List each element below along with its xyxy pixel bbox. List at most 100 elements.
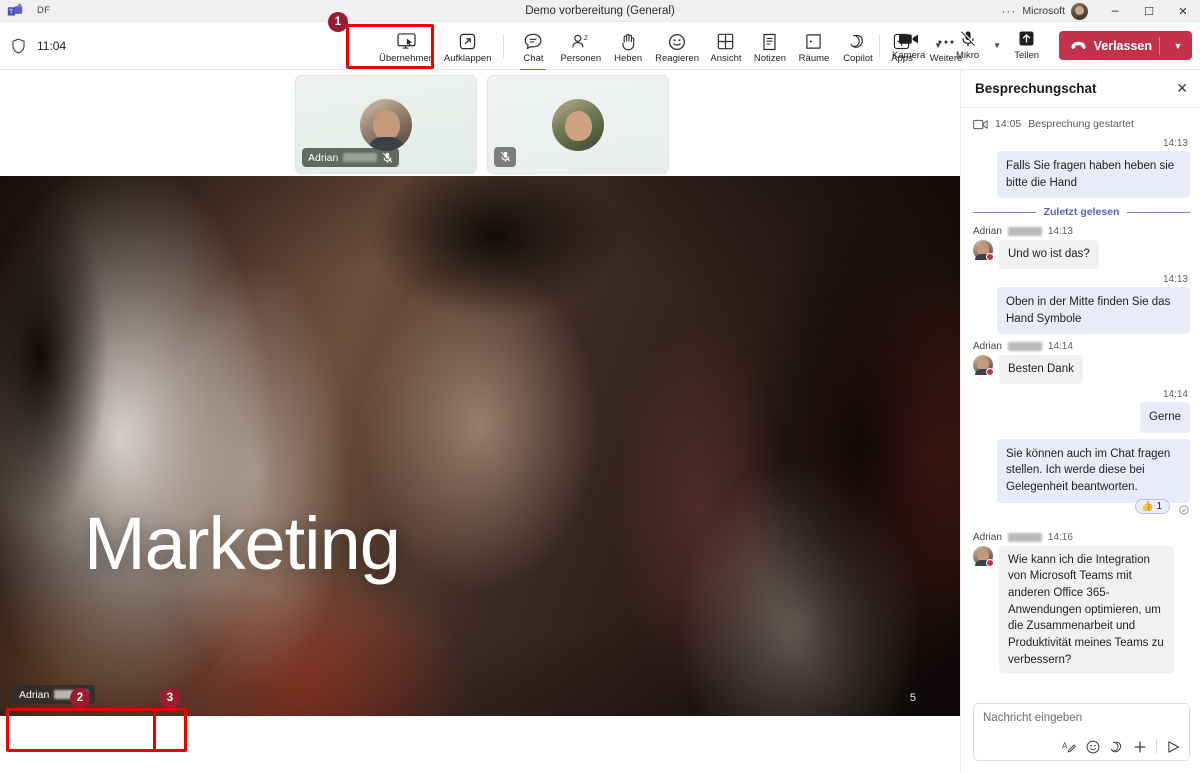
pop-out-button[interactable]: Aufklappen xyxy=(439,28,497,70)
unread-divider: Zuletzt gelesen xyxy=(973,206,1190,218)
meeting-video-icon xyxy=(973,119,988,130)
participant-mic-badge xyxy=(494,147,516,167)
react-button[interactable]: Reagieren xyxy=(650,28,704,70)
message-timestamp: 14:14 xyxy=(1048,341,1073,352)
maximize-button[interactable]: ☐ xyxy=(1132,0,1166,22)
composer-tools: A xyxy=(974,739,1189,760)
redacted-surname xyxy=(1008,227,1042,236)
chat-bubble-incoming: Wie kann ich die Integration von Microso… xyxy=(999,546,1174,675)
react-icon xyxy=(668,32,686,51)
leave-chevron-down-icon[interactable]: ▼ xyxy=(1167,41,1189,51)
camera-chevron-down-icon[interactable]: ▼ xyxy=(931,26,946,66)
participant-tile[interactable]: Adrian xyxy=(295,75,477,174)
camera-icon xyxy=(898,29,920,48)
breakout-rooms-label: Räume xyxy=(799,53,830,64)
chat-bubble-outgoing[interactable]: Sie können auch im Chat fragen stellen. … xyxy=(997,439,1190,503)
close-button[interactable]: ✕ xyxy=(1166,0,1200,22)
mic-label: Mikro xyxy=(956,50,979,61)
chat-message-incoming[interactable]: Besten Dank xyxy=(973,355,1190,384)
user-avatar[interactable] xyxy=(1071,3,1088,20)
divider-line xyxy=(973,212,1036,213)
chat-composer[interactable]: Nachricht eingeben A xyxy=(973,703,1190,761)
message-meta: Adrian 14:13 xyxy=(973,226,1190,237)
chat-message-list[interactable]: 14:05 Besprechung gestartet 14:13 Falls … xyxy=(961,108,1200,697)
slide-title: Marketing xyxy=(84,501,400,586)
message-sender: Adrian xyxy=(973,341,1002,352)
share-up-icon xyxy=(1018,29,1035,48)
people-label: Personen xyxy=(560,53,601,64)
chat-message-incoming[interactable]: Wie kann ich die Integration von Microso… xyxy=(973,546,1190,675)
message-timestamp: 14:16 xyxy=(1048,532,1073,543)
chat-bubble-outgoing[interactable]: Oben in der Mitte finden Sie das Hand Sy… xyxy=(997,287,1190,334)
leave-meeting-button[interactable]: Verlassen ▼ xyxy=(1059,31,1192,60)
take-control-button[interactable]: Übernehmen xyxy=(374,28,439,70)
participant-tile[interactable] xyxy=(487,75,669,174)
message-meta: Adrian 14:16 xyxy=(973,532,1190,543)
annotation-badge-3: 3 xyxy=(160,688,180,708)
emoji-icon[interactable] xyxy=(1086,740,1100,754)
share-button[interactable]: Teilen xyxy=(1005,25,1049,67)
people-button[interactable]: 2 Personen xyxy=(555,28,606,70)
slide-vignette xyxy=(0,176,960,716)
workspace-initials: DF xyxy=(37,5,50,16)
shield-icon xyxy=(11,38,26,54)
camera-label: Kamera xyxy=(892,50,925,61)
hangup-icon xyxy=(1070,41,1087,50)
chat-bubble-outgoing[interactable]: Falls Sie fragen haben heben sie bitte d… xyxy=(997,151,1190,198)
mic-muted-icon xyxy=(382,152,393,164)
annotation-badge-1: 1 xyxy=(328,12,348,32)
breakout-rooms-button[interactable]: Räume xyxy=(792,28,836,70)
toolbar-right-group: Kamera ▼ Mikro ▼ xyxy=(872,22,1192,70)
message-meta: Adrian 14:14 xyxy=(973,341,1190,352)
minimize-button[interactable]: ─ xyxy=(1098,0,1132,22)
svg-text:2: 2 xyxy=(584,35,588,42)
mic-chevron-down-icon[interactable]: ▼ xyxy=(990,26,1005,66)
copilot-icon[interactable] xyxy=(1109,740,1124,754)
reaction-badge[interactable]: 👍 1 xyxy=(1135,499,1170,514)
message-sender: Adrian xyxy=(973,532,1002,543)
view-button[interactable]: Ansicht xyxy=(704,28,748,70)
camera-button[interactable]: Kamera xyxy=(887,25,931,67)
close-icon[interactable]: ✕ xyxy=(1176,80,1188,97)
system-message-time: 14:05 xyxy=(995,118,1021,130)
notes-label: Notizen xyxy=(754,53,786,64)
message-timestamp: 14:13 xyxy=(1048,226,1073,237)
plus-attach-icon[interactable] xyxy=(1133,740,1147,754)
message-input[interactable]: Nachricht eingeben xyxy=(974,704,1189,724)
chat-message-incoming[interactable]: Und wo ist das? xyxy=(973,240,1190,269)
view-grid-icon xyxy=(717,32,734,51)
meeting-timer: 11:04 xyxy=(37,39,66,53)
raise-hand-button[interactable]: Heben xyxy=(606,28,650,70)
svg-text:T: T xyxy=(9,9,13,15)
toolbar-left-group: 11:04 xyxy=(0,38,66,54)
copilot-label: Copilot xyxy=(843,53,873,64)
message-timestamp: 14:14 xyxy=(973,389,1188,400)
mic-button[interactable]: Mikro xyxy=(946,25,990,67)
take-control-label: Übernehmen xyxy=(379,53,434,64)
chat-button[interactable]: Chat xyxy=(511,28,555,70)
message-timestamp: 14:13 xyxy=(973,138,1188,149)
presence-badge xyxy=(986,253,994,261)
shared-slide[interactable]: Marketing 5 Adrian xyxy=(0,176,960,716)
pop-out-icon xyxy=(459,32,476,51)
stage-bottom-bar xyxy=(0,716,960,773)
mic-muted-icon xyxy=(500,151,511,163)
format-text-icon[interactable]: A xyxy=(1062,740,1077,754)
org-name-label: Microsoft xyxy=(1022,5,1071,17)
avatar xyxy=(360,99,412,151)
chat-panel-title: Besprechungschat xyxy=(975,81,1097,96)
titlebar-overflow-button[interactable]: ··· xyxy=(995,4,1022,18)
copilot-icon xyxy=(848,32,867,51)
notes-button[interactable]: Notizen xyxy=(748,28,792,70)
message-timestamp: 14:13 xyxy=(973,274,1188,285)
seen-check-icon xyxy=(1179,505,1189,515)
chat-bubble-outgoing[interactable]: Gerne xyxy=(1140,402,1190,433)
teams-logo-icon: T xyxy=(7,3,23,19)
take-control-icon xyxy=(397,32,416,51)
toolbar-divider-1 xyxy=(503,34,504,58)
raise-hand-icon xyxy=(620,32,636,51)
svg-text:A: A xyxy=(1062,741,1068,750)
meeting-stage: Adrian xyxy=(0,70,960,773)
send-icon[interactable] xyxy=(1166,740,1181,754)
avatar xyxy=(973,546,993,566)
